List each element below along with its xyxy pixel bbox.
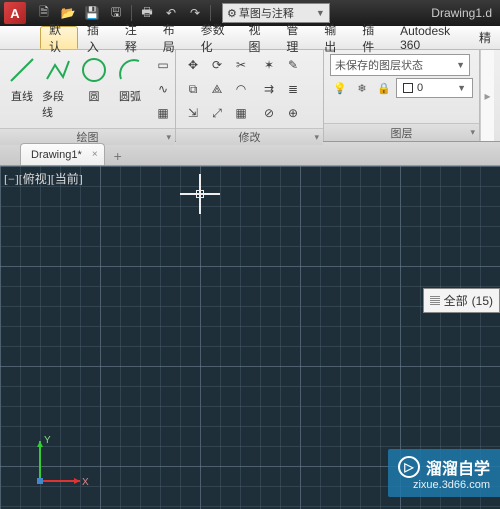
align-icon[interactable]: ≣ xyxy=(282,78,304,100)
layer-lock-icon[interactable]: 🔒 xyxy=(374,78,394,98)
circle-label: 圆 xyxy=(89,88,100,104)
tab-parametric[interactable]: 参数化 xyxy=(192,26,240,49)
ribbon-overflow[interactable]: ▸ xyxy=(480,50,494,141)
layer-state-combo[interactable]: 未保存的图层状态 ▼ xyxy=(330,54,470,76)
current-layer-name: 0 xyxy=(417,82,423,94)
document-title: Drawing1.d xyxy=(431,6,496,20)
explode-icon[interactable]: ✶ xyxy=(258,54,280,76)
mirror-icon[interactable]: ⟁ xyxy=(206,78,228,100)
line-label: 直线 xyxy=(11,88,33,104)
scale-icon[interactable]: ⤢ xyxy=(206,102,228,124)
layer-on-icon[interactable]: 💡 xyxy=(330,78,350,98)
gear-icon: ⚙ xyxy=(227,7,237,20)
arc-tool[interactable]: 圆弧 xyxy=(114,54,146,104)
view-controls-label[interactable]: [−][俯视][当前] xyxy=(4,170,83,187)
tab-default[interactable]: 默认 xyxy=(40,26,78,49)
new-tab-button[interactable]: + xyxy=(109,147,127,165)
grip-icon xyxy=(430,296,440,305)
stretch-icon[interactable]: ⇲ xyxy=(182,102,204,124)
document-tab[interactable]: Drawing1* × xyxy=(20,143,105,165)
copy-icon[interactable]: ⧉ xyxy=(182,78,204,100)
panel-expand-icon[interactable]: ▾ xyxy=(314,132,319,143)
tab-autodesk360[interactable]: Autodesk 360 xyxy=(391,26,470,49)
workspace-label: 草图与注释 xyxy=(239,5,294,21)
panel-layers-title: 图层 ▾ xyxy=(324,123,479,141)
rotate-icon[interactable]: ⟳ xyxy=(206,54,228,76)
chevron-down-icon: ▼ xyxy=(456,60,465,70)
ucs-x-label: X xyxy=(82,477,89,488)
qat-separator xyxy=(131,5,132,21)
watermark: ▷ 溜溜自学 zixue.3d66.com xyxy=(388,449,500,497)
tab-output[interactable]: 输出 xyxy=(315,26,353,49)
document-tab-label: Drawing1* xyxy=(31,149,82,161)
qat-saveas[interactable]: 🖫 xyxy=(105,3,127,23)
close-icon[interactable]: × xyxy=(92,149,98,160)
array-icon[interactable]: ▦ xyxy=(230,102,252,124)
spline-icon[interactable]: ∿ xyxy=(152,78,174,100)
current-layer-combo[interactable]: 0 ▼ xyxy=(396,78,473,98)
badge-count: (15) xyxy=(472,294,493,308)
arc-label: 圆弧 xyxy=(119,88,141,104)
watermark-brand: 溜溜自学 xyxy=(426,455,490,479)
layer-color-swatch xyxy=(403,83,413,93)
chevron-down-icon: ▼ xyxy=(457,83,466,93)
hatch-icon[interactable]: ▦ xyxy=(152,102,174,124)
erase-icon[interactable]: ✎ xyxy=(282,54,304,76)
tab-manage[interactable]: 管理 xyxy=(277,26,315,49)
tab-plugins[interactable]: 插件 xyxy=(353,26,391,49)
workspace-selector[interactable]: ⚙ 草图与注释 ▼ xyxy=(222,3,330,23)
panel-modify-label: 修改 xyxy=(239,129,261,145)
fillet-icon[interactable]: ◠ xyxy=(230,78,252,100)
offset-icon[interactable]: ⇉ xyxy=(258,78,280,100)
badge-label: 全部 xyxy=(444,292,468,309)
watermark-url: zixue.3d66.com xyxy=(413,479,490,491)
ribbon-tabs: 默认 插入 注释 布局 参数化 视图 管理 输出 插件 Autodesk 360… xyxy=(0,26,500,50)
break-icon[interactable]: ⊘ xyxy=(258,102,280,124)
panel-expand-icon[interactable]: ▾ xyxy=(166,132,171,143)
tab-more[interactable]: 精 xyxy=(470,26,500,49)
tab-view[interactable]: 视图 xyxy=(239,26,277,49)
line-tool[interactable]: 直线 xyxy=(6,54,38,104)
polyline-label: 多段线 xyxy=(42,88,74,120)
ribbon: 直线 多段线 圆 圆弧 ▭ ∿ ▦ 绘图 ▾ xyxy=(0,50,500,142)
app-logo[interactable]: A xyxy=(4,2,26,24)
panel-layers-label: 图层 xyxy=(391,125,413,141)
layer-freeze-icon[interactable]: ❄ xyxy=(352,78,372,98)
chevron-down-icon: ▼ xyxy=(316,8,325,18)
ucs-icon[interactable]: X Y xyxy=(30,431,90,491)
qat-separator xyxy=(210,5,211,21)
drawing-viewport[interactable]: // placeholder - grid drawn after data b… xyxy=(0,166,500,509)
tab-annotate[interactable]: 注释 xyxy=(116,26,154,49)
panel-layers: 未保存的图层状态 ▼ 💡 ❄ 🔒 0 ▼ 图层 ▾ xyxy=(324,50,480,141)
panel-expand-icon[interactable]: ▾ xyxy=(470,127,475,138)
panel-modify: ✥ ⟳ ✂ ⧉ ⟁ ◠ ⇲ ⤢ ▦ ✶ ✎ ⇉ ≣ ⊘ ⊕ 修改 ▾ xyxy=(176,50,324,141)
tab-layout[interactable]: 布局 xyxy=(154,26,192,49)
trim-icon[interactable]: ✂ xyxy=(230,54,252,76)
tab-insert[interactable]: 插入 xyxy=(78,26,116,49)
panel-modify-title: 修改 ▾ xyxy=(176,128,323,145)
panel-draw: 直线 多段线 圆 圆弧 ▭ ∿ ▦ 绘图 ▾ xyxy=(0,50,176,141)
polyline-tool[interactable]: 多段线 xyxy=(42,54,74,120)
layer-state-label: 未保存的图层状态 xyxy=(335,57,423,73)
move-icon[interactable]: ✥ xyxy=(182,54,204,76)
document-tabs: Drawing1* × + xyxy=(0,142,500,166)
join-icon[interactable]: ⊕ xyxy=(282,102,304,124)
play-icon: ▷ xyxy=(398,456,420,478)
ucs-y-label: Y xyxy=(44,435,51,446)
selection-count-badge[interactable]: 全部 (15) xyxy=(423,288,500,313)
circle-tool[interactable]: 圆 xyxy=(78,54,110,104)
rect-icon[interactable]: ▭ xyxy=(152,54,174,76)
